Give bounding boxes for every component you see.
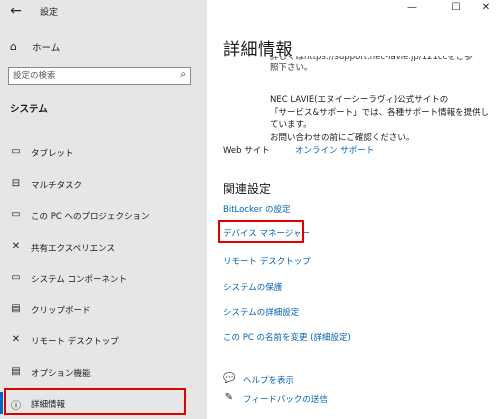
paragraph-line: お問い合わせの前にご確認ください。 (270, 132, 415, 143)
sidebar-item-label: オプション機能 (31, 369, 91, 379)
highlight-box (218, 220, 304, 243)
related-settings-heading: 関連設定 (223, 182, 272, 196)
sidebar-item-remote-desktop[interactable]: ✕ リモート デスクトップ (0, 329, 207, 353)
support-paragraph: NEC LAVIE(エヌイーシーラヴィ)公式サイトの 「サービス&サポート」では… (270, 94, 495, 144)
support-text-clipped: 詳しくはhttps://support.nec-lavie.jp/121ccをご… (270, 56, 490, 75)
sidebar-item-label: タブレット (31, 149, 74, 159)
search-icon[interactable]: ⌕ (180, 69, 186, 80)
sidebar-item-clipboard[interactable]: ▤ クリップボード (0, 298, 207, 322)
sidebar-item-label: システム コンポーネント (31, 275, 127, 285)
advanced-system-settings-link[interactable]: システムの詳細設定 (223, 306, 299, 318)
tablet-icon: ▭ (11, 146, 21, 157)
sidebar-item-projection[interactable]: ▭ この PC へのプロジェクション (0, 204, 207, 228)
sidebar-item-tablet[interactable]: ▭ タブレット (0, 141, 207, 165)
sidebar-item-home[interactable]: ⌂ ホーム (0, 37, 207, 57)
sidebar-item-label: この PC へのプロジェクション (31, 212, 150, 222)
online-support-link[interactable]: オンライン サポート (295, 144, 374, 156)
feedback-link[interactable]: フィードバックの送信 (243, 393, 328, 405)
sidebar-item-label: ホーム (32, 43, 61, 54)
close-icon[interactable]: ✕ (477, 2, 495, 13)
paragraph-line: 「サービス&サポート」では、各種サポート情報を提供し (270, 107, 490, 118)
paragraph-line: ています。 (270, 120, 312, 130)
minimize-icon[interactable]: — (403, 2, 421, 13)
rename-pc-link[interactable]: この PC の名前を変更 (詳細設定) (223, 331, 351, 343)
sidebar-item-label: 共有エクスペリエンス (31, 244, 115, 254)
section-heading: システム (10, 104, 48, 115)
maximize-icon[interactable]: ☐ (447, 2, 465, 13)
help-chat-icon: 💬 (223, 373, 236, 384)
search-box[interactable]: ⌕ (8, 67, 191, 85)
sidebar-item-system-components[interactable]: ▭ システム コンポーネント (0, 267, 207, 291)
home-icon: ⌂ (10, 40, 17, 53)
clipped-line-2: 照下さい。 (270, 63, 313, 73)
multitasking-icon: ⊟ (11, 178, 21, 189)
clipped-line: 詳しくはhttps://support.nec-lavie.jp/121ccをご… (270, 56, 473, 62)
window-title: 設定 (40, 8, 59, 18)
sidebar-item-label: クリップボード (31, 306, 91, 316)
web-site-label: Web サイト (223, 146, 270, 156)
sidebar-item-multitasking[interactable]: ⊟ マルチタスク (0, 173, 207, 197)
bitlocker-settings-link[interactable]: BitLocker の設定 (223, 203, 291, 215)
clipboard-icon: ▤ (11, 303, 21, 314)
paragraph-line: NEC LAVIE(エヌイーシーラヴィ)公式サイトの (270, 95, 449, 105)
system-components-icon: ▭ (11, 272, 21, 283)
remote-desktop-icon: ✕ (11, 334, 21, 345)
main-content: — ☐ ✕ 詳細情報 詳しくはhttps://support.nec-lavie… (207, 0, 500, 419)
sidebar-item-shared-experiences[interactable]: ✕ 共有エクスペリエンス (0, 236, 207, 260)
system-protection-link[interactable]: システムの保護 (223, 281, 282, 293)
optional-features-icon: ▤ (11, 366, 21, 377)
sidebar-item-label: リモート デスクトップ (31, 337, 119, 347)
projection-icon: ▭ (11, 209, 21, 220)
sidebar-item-label: マルチタスク (31, 181, 83, 191)
sidebar-item-optional-features[interactable]: ▤ オプション機能 (0, 361, 207, 385)
highlight-box (4, 388, 186, 415)
remote-desktop-link[interactable]: リモート デスクトップ (223, 255, 311, 267)
back-arrow-icon[interactable]: ← (8, 3, 24, 19)
feedback-icon: ✎ (224, 392, 234, 403)
get-help-link[interactable]: ヘルプを表示 (243, 374, 294, 386)
sidebar: ← 設定 ⌂ ホーム ⌕ システム ▭ タブレット ⊟ マルチタスク ▭ この … (0, 0, 207, 419)
shared-experiences-icon: ✕ (11, 241, 21, 252)
search-input[interactable] (13, 69, 163, 83)
